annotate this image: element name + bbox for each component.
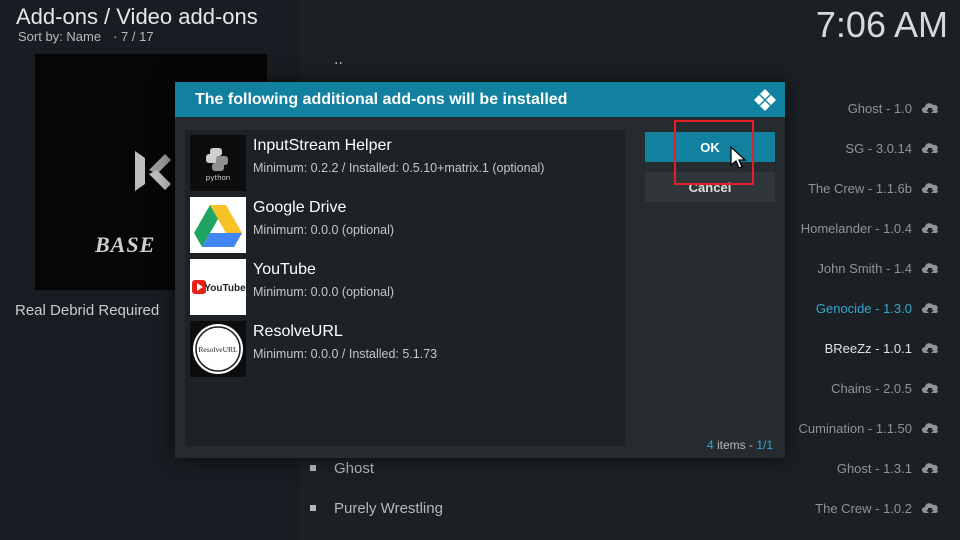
breadcrumb: Add-ons / Video add-ons bbox=[16, 4, 258, 29]
addon-name-list: Ghost Purely Wrestling bbox=[310, 448, 443, 528]
dialog-header: The following additional add-ons will be… bbox=[175, 82, 785, 117]
mouse-cursor-icon bbox=[730, 146, 747, 169]
item-label: Chains - 2.0.5 bbox=[831, 380, 912, 396]
item-label: The Crew - 1.0.2 bbox=[815, 500, 912, 516]
item-count: 4 items - 1/1 bbox=[706, 438, 773, 452]
svg-text:YouTube: YouTube bbox=[204, 283, 246, 294]
cloud-download-icon bbox=[922, 263, 938, 274]
item-label: SG - 3.0.14 bbox=[845, 140, 912, 156]
youtube-icon: YouTube bbox=[190, 259, 246, 315]
item-label: Ghost - 1.3.1 bbox=[836, 460, 912, 476]
dependency-list: python InputStream Helper Minimum: 0.2.2… bbox=[185, 130, 625, 446]
cloud-download-icon bbox=[922, 383, 938, 394]
item-label: Purely Wrestling bbox=[334, 499, 443, 517]
item-name: ResolveURL bbox=[253, 323, 343, 340]
resolveurl-icon: ResolveURL bbox=[190, 321, 246, 377]
item-name: InputStream Helper bbox=[253, 137, 392, 154]
google-drive-icon bbox=[190, 197, 246, 253]
sort-label[interactable]: Sort by: Name bbox=[18, 29, 101, 44]
item-version: Minimum: 0.2.2 / Installed: 0.5.10+matri… bbox=[253, 161, 545, 175]
list-item[interactable]: YouTube YouTube Minimum: 0.0.0 (optional… bbox=[190, 257, 620, 315]
bullet-icon bbox=[310, 465, 316, 471]
item-name: YouTube bbox=[253, 261, 316, 278]
cloud-download-icon bbox=[922, 503, 938, 514]
item-name: Google Drive bbox=[253, 199, 347, 216]
clock: 7:06 AM bbox=[815, 4, 948, 45]
item-label: The Crew - 1.1.6b bbox=[807, 180, 912, 196]
cloud-download-icon bbox=[922, 423, 938, 434]
install-dependencies-dialog: The following additional add-ons will be… bbox=[175, 82, 785, 458]
cloud-download-icon bbox=[922, 463, 938, 474]
item-label: Ghost - 1.0 bbox=[847, 100, 912, 116]
list-item[interactable]: python InputStream Helper Minimum: 0.2.2… bbox=[190, 133, 620, 191]
thumbnail-text: BASE bbox=[95, 232, 156, 257]
list-item[interactable]: The Crew - 1.0.2 bbox=[660, 488, 940, 528]
item-version: Minimum: 0.0.0 / Installed: 5.1.73 bbox=[253, 347, 438, 361]
dialog-title: The following additional add-ons will be… bbox=[195, 90, 568, 108]
bullet-icon bbox=[310, 505, 316, 511]
kodi-icon bbox=[754, 89, 776, 111]
list-item[interactable]: Purely Wrestling bbox=[310, 488, 443, 528]
cloud-download-icon bbox=[922, 343, 938, 354]
list-item[interactable]: Google Drive Minimum: 0.0.0 (optional) bbox=[190, 195, 620, 253]
item-label: Genocide - 1.3.0 bbox=[815, 300, 912, 316]
kodi-logo-icon bbox=[135, 151, 171, 191]
svg-text:ResolveURL: ResolveURL bbox=[198, 345, 238, 354]
sort-info: Sort by: Name · 7 / 17 bbox=[18, 29, 154, 44]
list-position: · 7 / 17 bbox=[113, 29, 154, 44]
addon-description: Real Debrid Required bbox=[15, 302, 160, 319]
item-label: Homelander - 1.0.4 bbox=[800, 220, 912, 236]
python-icon: python bbox=[190, 135, 246, 191]
item-label: Ghost bbox=[334, 459, 375, 477]
cloud-download-icon bbox=[922, 183, 938, 194]
item-version: Minimum: 0.0.0 (optional) bbox=[253, 223, 395, 237]
cloud-download-icon bbox=[922, 223, 938, 234]
cloud-download-icon bbox=[922, 303, 938, 314]
cloud-download-icon bbox=[922, 143, 938, 154]
cloud-download-icon bbox=[922, 103, 938, 114]
item-version: Minimum: 0.0.0 (optional) bbox=[253, 285, 395, 299]
list-item[interactable]: ResolveURL ResolveURL Minimum: 0.0.0 / I… bbox=[190, 319, 620, 377]
parent-folder-item[interactable]: .. bbox=[334, 52, 343, 68]
item-label: Cumination - 1.1.50 bbox=[798, 420, 912, 436]
svg-text:python: python bbox=[206, 174, 231, 182]
item-label: John Smith - 1.4 bbox=[817, 260, 912, 276]
item-label: BReeZz - 1.0.1 bbox=[824, 340, 912, 356]
